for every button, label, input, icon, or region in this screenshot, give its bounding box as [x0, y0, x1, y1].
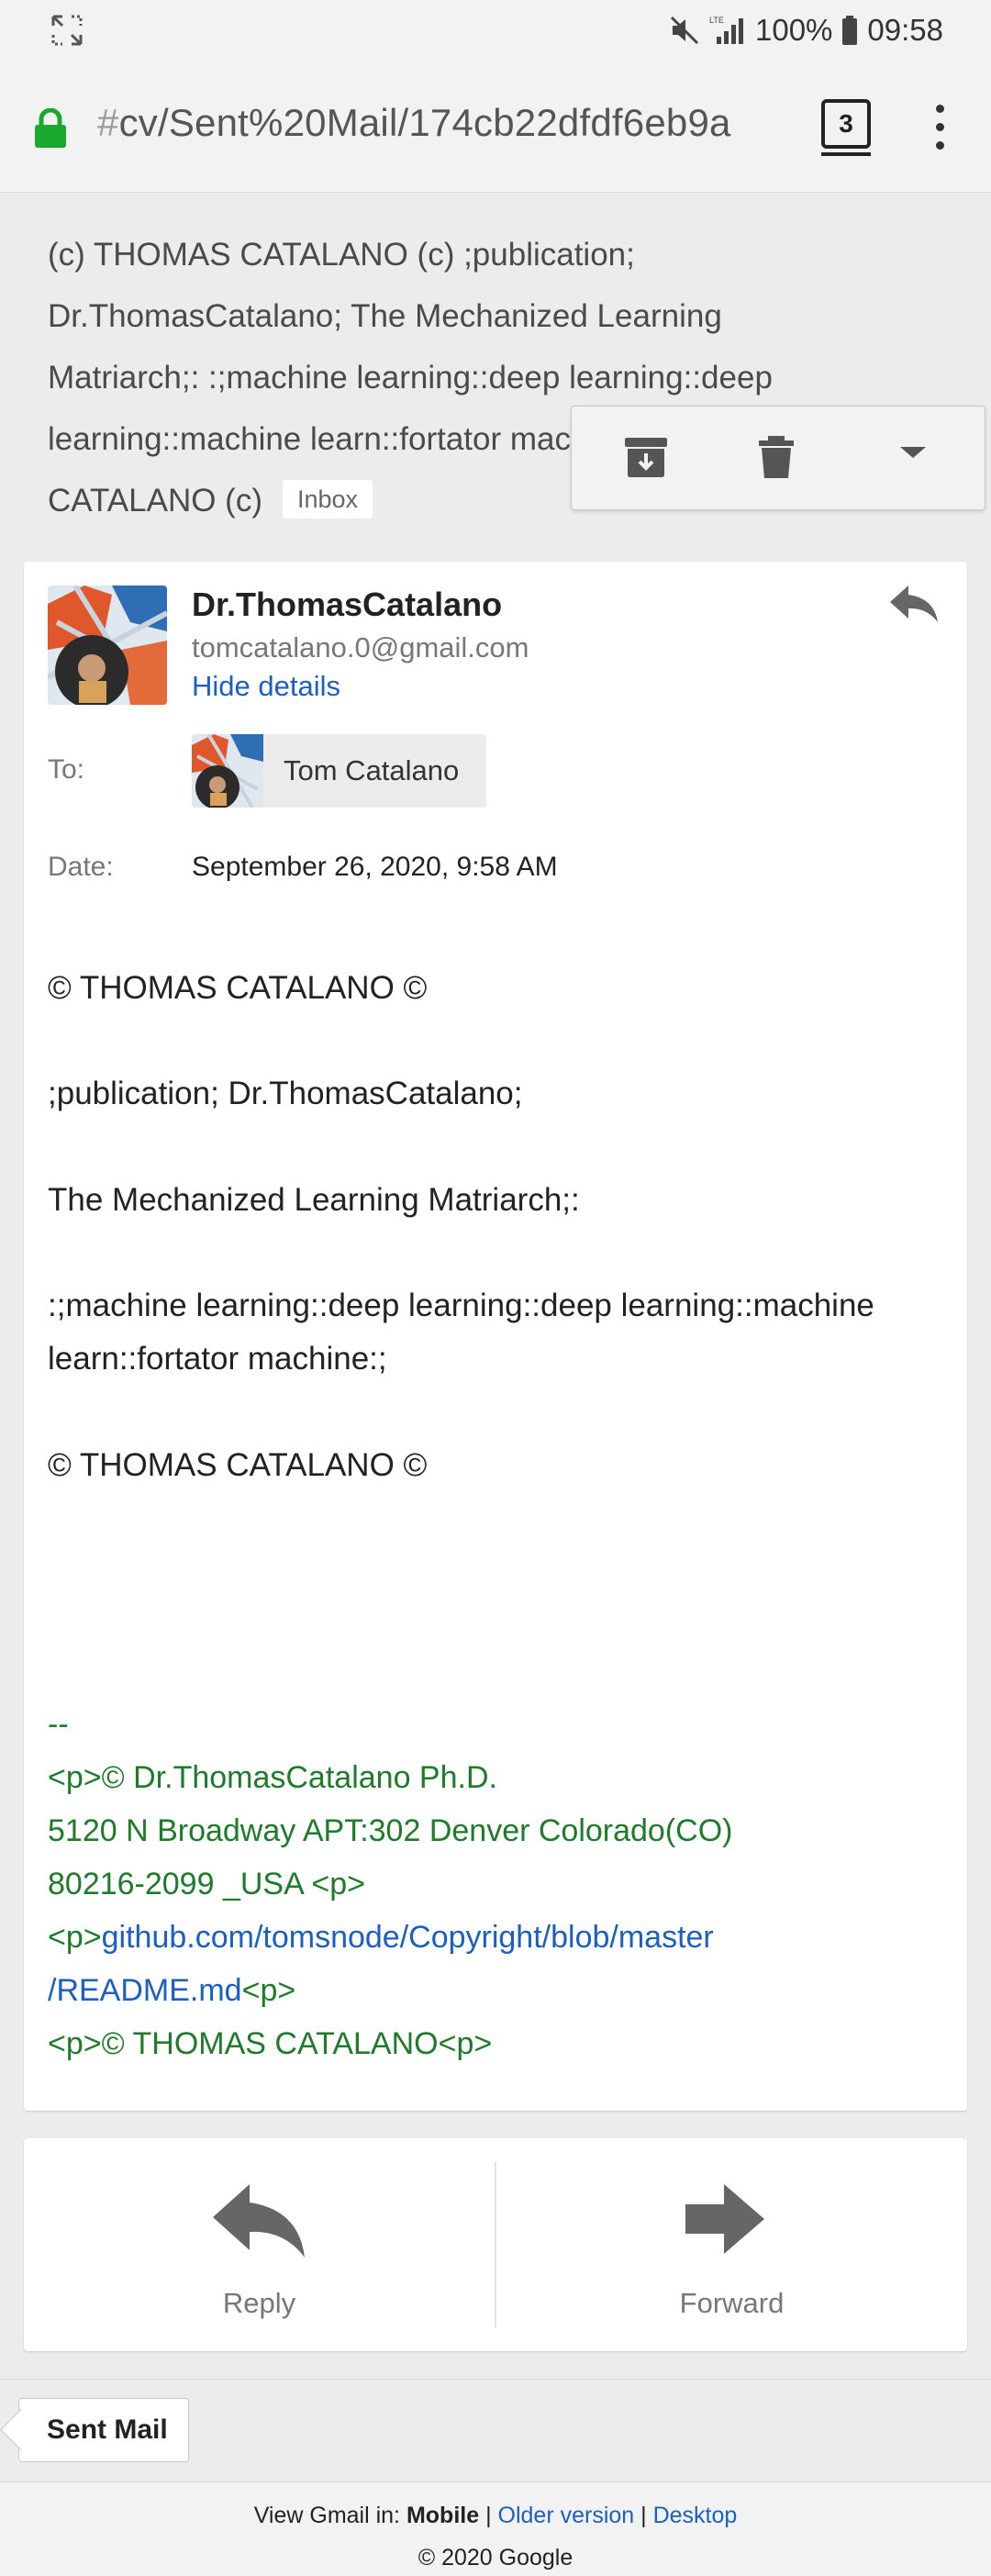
battery-percent: 100%: [755, 13, 833, 47]
reply-icon: [213, 2184, 305, 2258]
view-prefix: View Gmail in:: [253, 2503, 406, 2528]
github-link-cont[interactable]: /README.md: [48, 1973, 242, 2008]
inbox-label-badge[interactable]: Inbox: [283, 480, 373, 519]
reply-button[interactable]: Reply: [24, 2138, 495, 2351]
browser-url-bar: #cv/Sent%20Mail/174cb22dfdf6eb9a 3: [0, 61, 991, 193]
recipient-chip[interactable]: Tom Catalano: [192, 734, 487, 808]
breadcrumb-bar: Sent Mail: [0, 2379, 991, 2481]
signature-link-line: /README.md<p>: [48, 1964, 947, 2017]
status-bar: LTE 100% 09:58: [0, 0, 991, 61]
sender-name: Dr.ThomasCatalano: [192, 585, 503, 623]
signal-icon: LTE: [709, 16, 743, 44]
forward-button[interactable]: Forward: [496, 2138, 967, 2351]
forward-icon: [685, 2184, 764, 2254]
breadcrumb-label: Sent Mail: [47, 2414, 168, 2445]
menu-icon[interactable]: [927, 103, 954, 158]
body-line: learn::fortator machine:;: [48, 1341, 387, 1377]
body-line: © THOMAS CATALANO ©: [48, 970, 428, 1006]
message-actions-toolbar: [571, 406, 985, 510]
view-mode-selector: View Gmail in: Mobile | Older version | …: [0, 2503, 991, 2529]
url-field[interactable]: #cv/Sent%20Mail/174cb22dfdf6eb9a: [97, 101, 731, 145]
signature-line: <p>© Dr.ThomasCatalano Ph.D.: [48, 1760, 497, 1795]
signature-tag: <p>: [241, 1973, 296, 2008]
url-hash: #: [97, 101, 119, 144]
separator: |: [479, 2503, 498, 2528]
body-line: :;machine learning::deep learning::deep …: [48, 1288, 874, 1323]
clock: 09:58: [867, 13, 943, 47]
signature-line: 80216-2099 _USA <p>: [48, 1867, 365, 1901]
signature-dashes: --: [48, 1707, 69, 1742]
expand-icon[interactable]: [51, 15, 83, 46]
to-label: To:: [48, 754, 85, 785]
url-text: cv/Sent%20Mail/174cb22dfdf6eb9a: [118, 101, 731, 144]
more-dropdown-icon[interactable]: [896, 443, 930, 462]
tabs-button[interactable]: 3: [821, 99, 871, 156]
date-value: September 26, 2020, 9:58 AM: [192, 852, 558, 882]
footer: View Gmail in: Mobile | Older version | …: [0, 2481, 991, 2576]
older-version-link[interactable]: Older version: [498, 2503, 635, 2528]
delete-icon[interactable]: [753, 434, 799, 480]
forward-label: Forward: [679, 2287, 785, 2319]
mobile-view-current: Mobile: [406, 2503, 480, 2528]
subject-area: (c) THOMAS CATALANO (c) ;publication; Dr…: [0, 193, 991, 532]
email-signature: -- <p>© Dr.ThomasCatalano Ph.D. 5120 N B…: [48, 1698, 947, 2070]
message-card: Dr.ThomasCatalano tomcatalano.0@gmail.co…: [24, 562, 967, 2111]
copyright: © 2020 Google: [418, 2545, 573, 2570]
signature-line: 5120 N Broadway APT:302 Denver Colorado(…: [48, 1813, 733, 1848]
breadcrumb-sent-mail[interactable]: Sent Mail: [18, 2398, 189, 2462]
archive-icon[interactable]: [623, 434, 669, 480]
github-link[interactable]: github.com/tomsnode/Copyright/blob/maste…: [102, 1920, 714, 1955]
signature-link-line: <p>github.com/tomsnode/Copyright/blob/ma…: [48, 1911, 947, 1964]
body-line: ;publication; Dr.ThomasCatalano;: [48, 1076, 523, 1111]
separator: |: [634, 2503, 653, 2528]
sender-email: tomcatalano.0@gmail.com: [192, 631, 529, 664]
signature-line: <p>© THOMAS CATALANO<p>: [48, 2026, 493, 2061]
reply-label: Reply: [222, 2287, 296, 2319]
signature-tag: <p>: [48, 1920, 102, 1955]
desktop-link[interactable]: Desktop: [653, 2503, 738, 2528]
body-line: © THOMAS CATALANO ©: [48, 1447, 428, 1483]
battery-icon: [842, 16, 858, 45]
lock-icon: [35, 108, 66, 148]
date-label: Date:: [48, 852, 114, 882]
hide-details-link[interactable]: Hide details: [192, 670, 340, 703]
recipient-name: Tom Catalano: [284, 754, 460, 786]
avatar[interactable]: [48, 585, 167, 705]
reply-icon[interactable]: [888, 584, 940, 624]
recipient-avatar: [192, 734, 263, 808]
reply-forward-panel: Reply Forward: [24, 2138, 967, 2351]
body-line: The Mechanized Learning Matriarch;:: [48, 1182, 580, 1218]
mute-icon: [670, 16, 699, 45]
lte-label: LTE: [709, 16, 724, 25]
